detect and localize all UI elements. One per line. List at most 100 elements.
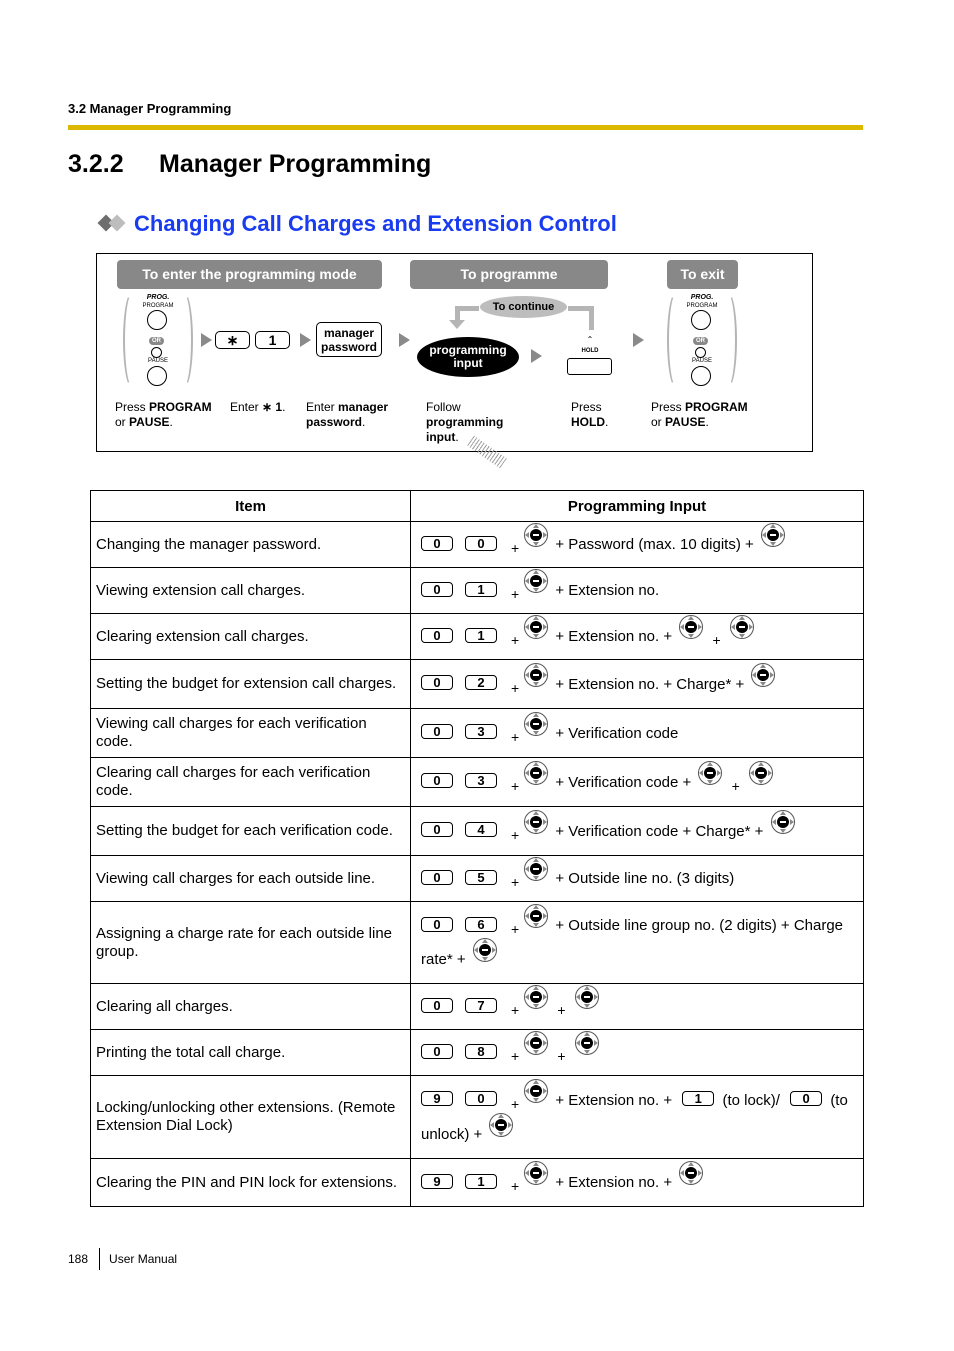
- item-cell: Printing the total call charge.: [90, 1029, 411, 1076]
- dial-key-3: 3: [465, 724, 497, 740]
- caption-step1: Press PROGRAM or PAUSE.: [115, 400, 212, 429]
- programming-input-cell: 0 7 + +: [410, 983, 864, 1030]
- table-row: Locking/unlocking other extensions. (Rem…: [90, 1075, 864, 1159]
- dial-key-1: 1: [682, 1091, 715, 1107]
- enter-button-icon: [472, 938, 497, 963]
- input-text: (to lock)/: [722, 1091, 780, 1109]
- arrow-right-icon: [300, 333, 311, 347]
- hold-button-icon: [567, 358, 612, 375]
- dial-key-9: 9: [421, 1173, 453, 1189]
- dial-key-0: 0: [421, 822, 453, 838]
- enter-button-icon: [524, 615, 549, 640]
- dial-key-0: 0: [790, 1091, 823, 1107]
- prog-label: PROG.: [690, 294, 714, 301]
- table-row: Viewing call charges for each verificati…: [90, 708, 864, 758]
- programming-input-cell: 0 1 + + Extension no. + +: [410, 613, 864, 660]
- plus-sign: +: [511, 777, 520, 794]
- or-badge: OR: [693, 337, 708, 345]
- arrow-right-icon: [399, 333, 410, 347]
- programming-input-cell: 0 5 + + Outside line no. (3 digits): [410, 855, 864, 902]
- plus-sign: +: [511, 1002, 520, 1018]
- stage-exit-label: To exit: [667, 260, 738, 289]
- dial-key-8: 8: [465, 1043, 497, 1059]
- caption-step4: Follow programming input.: [426, 400, 504, 444]
- section-title: 3.2.2 Manager Programming: [68, 150, 431, 179]
- plus-sign: +: [511, 586, 520, 602]
- enter-button-icon: [524, 1161, 549, 1186]
- table-row: Assigning a charge rate for each outside…: [90, 901, 864, 984]
- programming-input-cell: 0 1 + + Extension no.: [410, 567, 864, 614]
- plus-sign: +: [557, 1002, 566, 1018]
- dial-key-0: 0: [421, 916, 453, 932]
- item-cell: Setting the budget for extension call ch…: [90, 659, 411, 709]
- enter-button-icon: [679, 615, 704, 640]
- enter-button-icon: [524, 1031, 549, 1056]
- plus-sign: +: [511, 679, 520, 696]
- to-continue-label: To continue: [480, 296, 567, 318]
- page-footer: 188 User Manual: [68, 1248, 177, 1270]
- table-row: Setting the budget for extension call ch…: [90, 659, 864, 709]
- input-text: + Verification code: [555, 724, 679, 742]
- dial-key-0: 0: [421, 724, 453, 740]
- footer-divider: [99, 1248, 101, 1270]
- programming-input-cell: 0 6 + + Outside line group no. (2 digits) …: [410, 901, 864, 984]
- input-text: + Extension no. +: [555, 1091, 673, 1109]
- subheading: Changing Call Charges and Extension Cont…: [97, 211, 617, 237]
- enter-button-icon: [770, 809, 795, 834]
- pause-button-icon: [691, 366, 711, 386]
- hold-label: HOLD: [581, 348, 599, 354]
- table-row: Printing the total call charge. 0 8 + +: [90, 1029, 864, 1076]
- pause-button-icon: [147, 366, 167, 386]
- pause-symbol-icon: [151, 347, 162, 358]
- input-text: + Extension no. + Charge* +: [555, 675, 745, 693]
- plus-sign: +: [511, 826, 520, 843]
- item-cell: Viewing call charges for each verificati…: [90, 708, 411, 758]
- page-number: 188: [68, 1252, 89, 1266]
- pause-label: PAUSE: [692, 358, 712, 364]
- programming-input-cell: 0 3 + + Verification code: [410, 708, 864, 758]
- dial-key-0: 0: [421, 1043, 453, 1059]
- enter-button-icon: [524, 1078, 549, 1103]
- or-badge: OR: [149, 337, 164, 345]
- oval-line1: programming: [429, 343, 507, 357]
- input-text: + Extension no.: [555, 582, 660, 599]
- enter-button-icon: [698, 760, 723, 785]
- dial-key-0: 0: [421, 773, 453, 789]
- enter-button-icon: [760, 523, 785, 548]
- dial-key-3: 3: [465, 773, 497, 789]
- dial-key-0: 0: [421, 581, 453, 597]
- header-item: Item: [90, 490, 411, 522]
- input-text: + Verification code + Charge* +: [555, 822, 764, 840]
- caption-step5: Press HOLD.: [571, 400, 609, 429]
- prog-label: PROG.: [146, 294, 170, 301]
- item-cell: Assigning a charge rate for each outside…: [90, 901, 411, 984]
- item-cell: Clearing call charges for each verificat…: [90, 757, 411, 807]
- enter-button-icon: [751, 662, 776, 687]
- table-row: Clearing extension call charges. 0 1 + + Ex…: [90, 613, 864, 660]
- enter-button-icon: [489, 1112, 514, 1137]
- running-head: 3.2 Manager Programming: [68, 101, 232, 116]
- table-row: Clearing the PIN and PIN lock for extens…: [90, 1158, 864, 1207]
- item-cell: Changing the manager password.: [90, 521, 411, 568]
- oval-line2: input: [453, 356, 483, 370]
- programming-input-cell: 0 8 + +: [410, 1029, 864, 1076]
- dial-key-4: 4: [465, 822, 497, 838]
- enter-button-icon: [729, 615, 754, 640]
- programming-input-cell: 9 1 + + Extension no. +: [410, 1158, 864, 1207]
- table-row: Changing the manager password. 0 0 + + Pass…: [90, 521, 864, 568]
- header-rule: [68, 125, 863, 130]
- manager-password-line1: manager: [323, 326, 375, 340]
- dial-key-9: 9: [421, 1091, 453, 1107]
- input-text: + Password (max. 10 digits) +: [555, 536, 754, 553]
- input-text: + Outside line no. (3 digits): [555, 870, 735, 887]
- plus-sign: +: [511, 540, 520, 556]
- enter-button-icon: [574, 985, 599, 1010]
- enter-button-icon: [524, 904, 549, 929]
- arrow-right-icon: [201, 333, 212, 347]
- table-row: Clearing call charges for each verificat…: [90, 757, 864, 807]
- hold-symbol-icon: ⌃: [586, 335, 594, 344]
- programming-input-cell: 0 4 + + Verification code + Charge* +: [410, 806, 864, 856]
- enter-button-icon: [524, 662, 549, 687]
- program-pause-buttons-exit: PROG. PROGRAM OR PAUSE: [667, 292, 737, 388]
- dial-key-2: 2: [465, 675, 497, 691]
